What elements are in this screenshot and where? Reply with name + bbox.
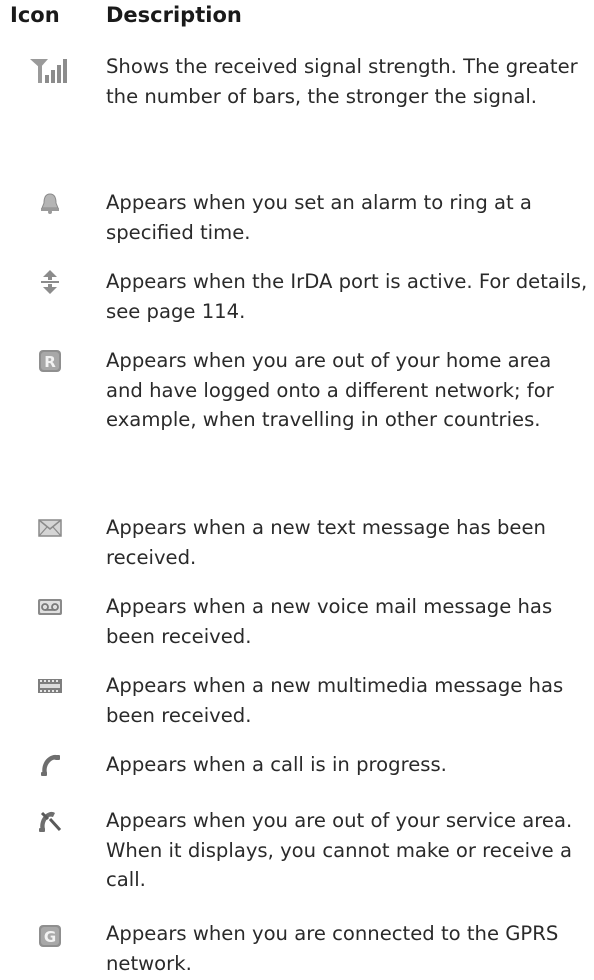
alarm-bell-icon — [0, 188, 100, 218]
call-in-progress-icon — [0, 750, 100, 780]
row-description: Appears when a new multimedia message ha… — [106, 674, 564, 727]
icon-column-header: Icon — [10, 3, 60, 27]
table-header: Icon Description — [0, 0, 594, 40]
row-description: Appears when a new voice mail message ha… — [106, 595, 553, 648]
icon-description-table: Icon Description Shows the received sign… — [0, 0, 594, 975]
row-description: Appears when you are out of your home ar… — [106, 349, 554, 431]
signal-strength-icon — [0, 54, 100, 84]
svg-text:R: R — [44, 353, 56, 371]
irda-arrows-icon — [0, 267, 100, 297]
no-service-icon — [0, 806, 100, 836]
gprs-g-icon: G — [0, 921, 100, 951]
text-message-envelope-icon — [0, 513, 100, 543]
roaming-r-icon: R — [0, 346, 100, 376]
row-description: Appears when you are connected to the GP… — [106, 922, 559, 975]
multimedia-message-icon — [0, 671, 100, 701]
row-description: Appears when you set an alarm to ring at… — [106, 191, 532, 244]
voice-mail-icon — [0, 592, 100, 622]
row-description: Shows the received signal strength. The … — [106, 55, 578, 108]
row-description: Appears when you are out of your service… — [106, 809, 573, 891]
svg-text:G: G — [44, 928, 56, 946]
row-description: Appears when the IrDA port is active. Fo… — [106, 270, 588, 323]
row-description: Appears when a new text message has been… — [106, 516, 546, 569]
row-description: Appears when a call is in progress. — [106, 753, 447, 776]
description-column-header: Description — [106, 3, 242, 27]
